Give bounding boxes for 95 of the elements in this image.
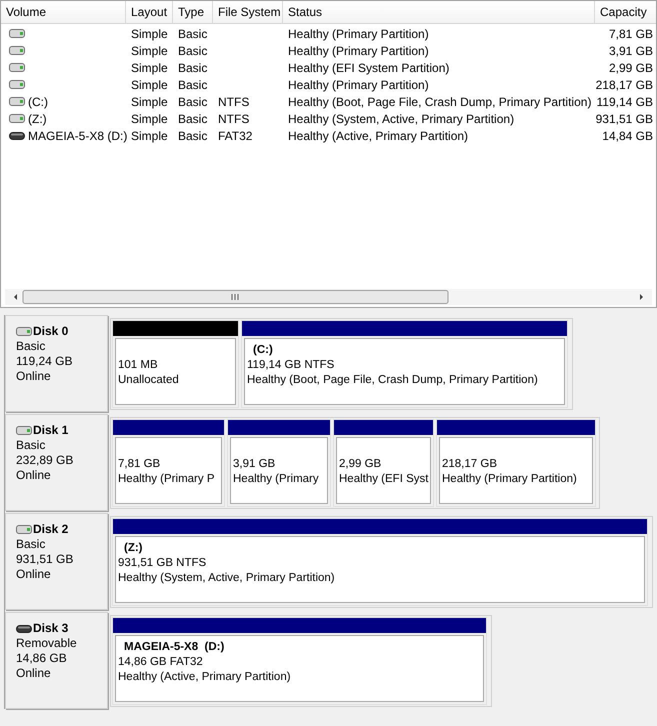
column-header[interactable]: File System [213, 1, 283, 23]
partition[interactable]: 2,99 GB Healthy (EFI Syst [333, 419, 434, 507]
column-header[interactable]: Status [283, 1, 595, 23]
table-cell-text: (Z:) [28, 110, 47, 128]
table-cell-text: Simple [131, 60, 168, 76]
table-cell-text: MAGEIA-5-X8 (D:) [28, 128, 128, 144]
partition-size: 218,17 GB [442, 457, 498, 472]
disk-info-panel[interactable]: Disk 0 Basic 119,24 GB Online [5, 315, 108, 412]
table-cell-text: Simple [131, 26, 168, 42]
partition-size: 7,81 GB [118, 457, 162, 472]
partition-size: 14,86 GB FAT32 [118, 655, 204, 670]
partition-label: (Z:) [123, 541, 144, 556]
partition-status: Healthy (Primary Partition) [442, 472, 578, 487]
partition-size: 119,14 GB NTFS [247, 358, 336, 373]
table-cell-text: FAT32 [218, 128, 252, 144]
partition[interactable]: MAGEIA-5-X8 (D:) 14,86 GB FAT32 Healthy (Active, Primary Partition) [112, 617, 487, 705]
table-cell-text: 119,14 GB [596, 94, 653, 110]
table-cell-text: Healthy (Boot, Page File, Crash Dump, Primary Partition) [288, 94, 592, 110]
disk-name: Disk 3 [33, 621, 68, 636]
table-cell-text: Basic [178, 76, 208, 94]
table-cell-text: 7,81 GB [608, 26, 653, 42]
drive-icon [9, 114, 25, 123]
disk-info-panel[interactable]: Disk 1 Basic 232,89 GB Online [5, 414, 108, 511]
disk-size: 232,89 GB [16, 453, 74, 468]
table-cell-text: Basic [178, 94, 208, 110]
table-cell-text: Simple [131, 110, 168, 128]
drive-icon [9, 29, 25, 38]
table-cell-text: Healthy (System, Active, Primary Partition) [288, 110, 514, 128]
disk-size: 14,86 GB [16, 651, 68, 666]
drive-icon [9, 132, 25, 140]
disk-type: Basic [16, 537, 46, 552]
disk-info-panel[interactable]: Disk 3 Removable 14,86 GB Online [5, 612, 108, 709]
disk-state: Online [16, 567, 52, 582]
table-cell-text: Simple [131, 76, 168, 94]
partition-size: 3,91 GB [233, 457, 276, 472]
table-cell-text: 14,84 GB [602, 128, 653, 144]
partition-status: Healthy (Boot, Page File, Crash Dump, Primary Partition) [247, 373, 539, 388]
table-cell-text: 931,51 GB [596, 110, 653, 128]
table-cell-text: Healthy (Primary Partition) [288, 42, 429, 60]
disk-type: Basic [16, 438, 46, 453]
partition-size: 101 MB [118, 358, 159, 373]
partition[interactable]: 3,91 GB Healthy (Primary [227, 419, 331, 507]
table-cell-text: Basic [178, 110, 208, 128]
drive-icon [9, 46, 25, 55]
table-cell-text: NTFS [218, 94, 250, 110]
partition[interactable]: 101 MB Unallocated [112, 320, 239, 408]
partition-size: 931,51 GB NTFS [118, 556, 208, 571]
partition-status: Healthy (Primary [233, 472, 320, 487]
disk-type: Basic [16, 339, 46, 354]
disk-size: 931,51 GB [16, 552, 74, 567]
disk-name: Disk 0 [33, 324, 68, 339]
table-cell-text: 3,91 GB [608, 42, 653, 60]
table-cell-text: Healthy (Primary Partition) [288, 76, 429, 94]
partition[interactable]: 7,81 GB Healthy (Primary P [112, 419, 225, 507]
table-cell-text: Healthy (EFI System Partition) [288, 60, 450, 76]
table-cell-text: Basic [178, 26, 208, 42]
disk-state: Online [16, 468, 52, 483]
table-cell-text: Basic [178, 128, 208, 144]
partition[interactable]: (Z:) 931,51 GB NTFS Healthy (System, Active, Primary Partition) [112, 518, 648, 606]
column-header[interactable]: Volume [1, 1, 126, 23]
table-cell-text: Simple [131, 128, 168, 144]
table-cell-text: Basic [178, 42, 208, 60]
drive-icon [9, 63, 25, 72]
disk-state: Online [16, 369, 52, 384]
table-cell-text: (C:) [28, 94, 48, 110]
disk-type: Removable [16, 636, 78, 651]
partition-status: Healthy (System, Active, Primary Partition) [118, 571, 336, 586]
partition-label: (C:) [252, 343, 274, 358]
partition-status: Healthy (Active, Primary Partition) [118, 670, 292, 685]
table-cell-text: NTFS [218, 110, 250, 128]
table-cell-text: 218,17 GB [596, 76, 653, 94]
table-cell-text: Healthy (Active, Primary Partition) [288, 128, 468, 144]
partition[interactable]: (C:) 119,14 GB NTFS Healthy (Boot, Page File, Crash Dump, Primary Partition) [241, 320, 568, 408]
column-header[interactable]: Type [173, 1, 213, 23]
partition-status: Healthy (EFI Syst [339, 472, 428, 487]
partition-status: Healthy (Primary P [118, 472, 216, 487]
horizontal-scrollbar[interactable] [5, 289, 652, 305]
partition-size: 2,99 GB [339, 457, 382, 472]
table-cell-text: Simple [131, 42, 168, 60]
table-cell-text: Simple [131, 94, 168, 110]
column-header[interactable]: Capacity [595, 1, 657, 23]
table-cell-text: 2,99 GB [608, 60, 653, 76]
column-header[interactable]: Layout [126, 1, 173, 23]
partition-label: MAGEIA-5-X8 (D:) [123, 640, 226, 655]
drive-icon [9, 80, 25, 89]
disk-size: 119,24 GB [16, 354, 74, 369]
drive-icon [9, 97, 25, 106]
table-cell-text: Basic [178, 60, 208, 76]
disk-state: Online [16, 666, 52, 681]
disk-name: Disk 2 [33, 522, 68, 537]
disk-info-panel[interactable]: Disk 2 Basic 931,51 GB Online [5, 513, 108, 610]
disk-name: Disk 1 [33, 423, 68, 438]
partition-status: Unallocated [118, 373, 180, 388]
table-cell-text: Healthy (Primary Partition) [288, 26, 429, 42]
partition[interactable]: 218,17 GB Healthy (Primary Partition) [436, 419, 596, 507]
